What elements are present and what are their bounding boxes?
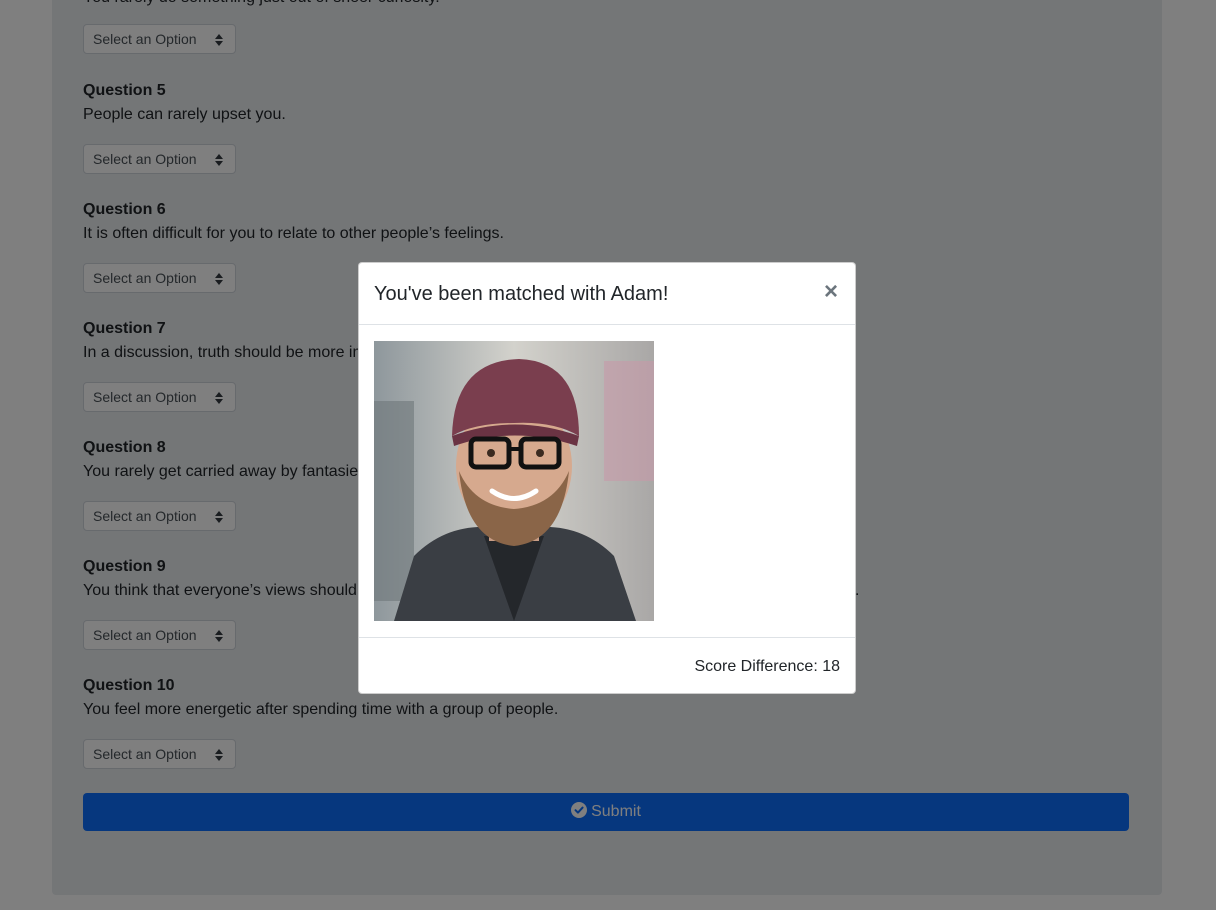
modal-footer: Score Difference: 18 (359, 637, 855, 693)
modal-header: You've been matched with Adam! × (359, 263, 855, 325)
score-difference: Score Difference: 18 (694, 658, 840, 675)
modal-title: You've been matched with Adam! (374, 283, 669, 305)
match-modal: You've been matched with Adam! × Score D… (358, 262, 856, 694)
person-photo-image (374, 341, 654, 621)
match-photo (374, 341, 654, 621)
close-button[interactable]: × (821, 280, 841, 306)
